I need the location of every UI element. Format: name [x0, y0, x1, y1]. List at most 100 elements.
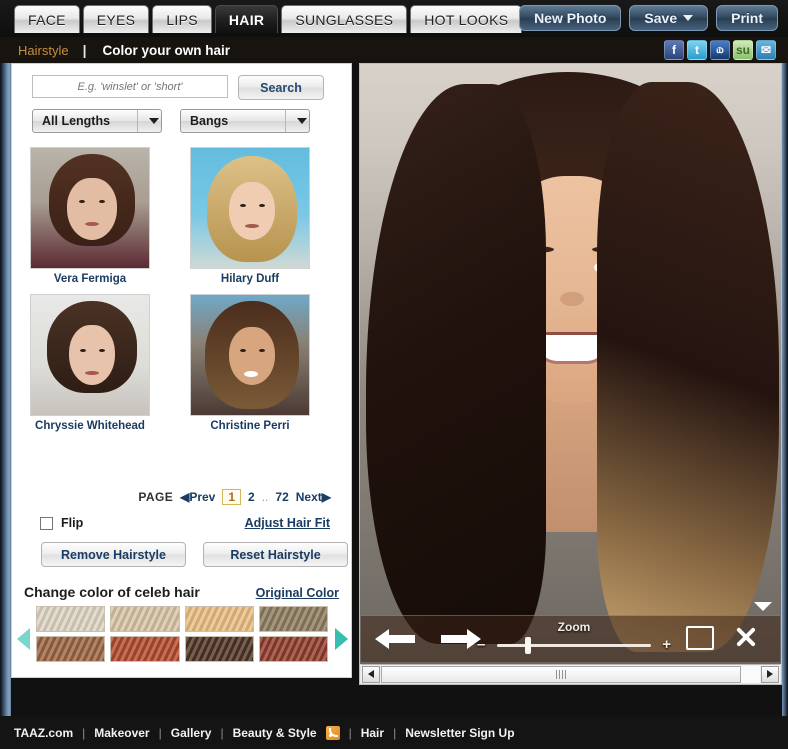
remove-hairstyle-button[interactable]: Remove Hairstyle — [41, 542, 186, 567]
reset-hairstyle-button[interactable]: Reset Hairstyle — [203, 542, 348, 567]
color-swatch[interactable] — [184, 636, 254, 662]
scroll-right-button[interactable] — [761, 665, 779, 683]
color-next-arrow-icon[interactable] — [335, 628, 348, 650]
zoom-slider-track[interactable] — [497, 644, 651, 647]
chevron-down-icon — [285, 110, 309, 132]
left-edge-strip — [0, 0, 11, 749]
rss-icon[interactable] — [325, 725, 340, 740]
footer-separator: | — [393, 725, 397, 740]
thumbnail-image — [190, 147, 310, 269]
hairstyle-thumbnail[interactable]: Christine Perri — [190, 294, 310, 432]
pagination-page-2[interactable]: 2 — [248, 490, 255, 504]
scroll-left-button[interactable] — [362, 665, 380, 683]
color-swatch-row — [36, 606, 328, 632]
chevron-down-icon — [683, 15, 694, 21]
color-swatch[interactable] — [184, 606, 254, 632]
twitter-icon[interactable]: t — [687, 40, 707, 60]
tab-lips[interactable]: LIPS — [152, 5, 212, 33]
pagination-prev[interactable]: ◀Prev — [180, 490, 215, 504]
pagination-next[interactable]: Next▶ — [296, 490, 331, 504]
footer-link-beauty-style[interactable]: Beauty & Style — [233, 726, 317, 740]
original-color-link[interactable]: Original Color — [256, 586, 339, 600]
zoom-label: Zoom — [557, 620, 591, 634]
footer-links: TAAZ.com | Makeover | Gallery | Beauty &… — [14, 725, 515, 740]
bangs-select-value: Bangs — [190, 114, 229, 128]
right-edge-strip — [782, 0, 788, 749]
footer-separator: | — [158, 725, 162, 740]
close-icon[interactable] — [732, 624, 758, 650]
color-swatch-grid — [36, 606, 328, 666]
subnav-hairstyle-link[interactable]: Hairstyle — [18, 43, 69, 58]
email-icon[interactable]: ✉ — [756, 40, 776, 60]
hairstyle-thumbnail-grid: Vera Fermiga Hilary Duff Chryssie Whiteh… — [30, 147, 330, 441]
zoom-in-button[interactable]: + — [662, 636, 671, 653]
print-label: Print — [731, 10, 763, 26]
color-swatch[interactable] — [110, 606, 180, 632]
color-section-title: Change color of celeb hair — [24, 584, 200, 600]
thumbnail-caption: Hilary Duff — [220, 273, 280, 285]
myspace-icon[interactable]: ௰ — [710, 40, 730, 60]
tab-eyes[interactable]: EYES — [82, 5, 150, 33]
hairstyle-thumbnail[interactable]: Vera Fermiga — [30, 147, 150, 285]
scrollbar-track[interactable] — [381, 665, 760, 683]
photo-toolbar: Zoom – + — [361, 602, 780, 662]
search-row: Search — [32, 75, 324, 100]
hair-color-section: Change color of celeb hair Original Colo… — [12, 580, 353, 678]
pagination: PAGE ◀Prev 1 2 .. 72 Next▶ — [12, 489, 353, 505]
scrollbar-thumb[interactable] — [381, 665, 741, 683]
zoom-slider[interactable]: – + — [469, 636, 679, 654]
footer-separator: | — [348, 725, 352, 740]
tab-hair[interactable]: HAIR — [214, 5, 279, 33]
footer: TAAZ.com | Makeover | Gallery | Beauty &… — [0, 716, 788, 749]
color-swatch[interactable] — [36, 606, 106, 632]
zoom-control: Zoom – + — [469, 620, 679, 654]
tab-sunglasses[interactable]: SUNGLASSES — [281, 5, 408, 33]
taaz-makeover-app: FACE EYES LIPS HAIR SUNGLASSES HOT LOOKS… — [0, 0, 788, 749]
color-swatch[interactable] — [258, 606, 328, 632]
model-photo[interactable] — [360, 64, 781, 664]
photo-horizontal-scrollbar[interactable] — [361, 664, 780, 683]
save-button[interactable]: Save — [629, 5, 709, 31]
footer-link-makeover[interactable]: Makeover — [94, 726, 149, 740]
subnav-separator: | — [82, 42, 87, 58]
checkbox-box[interactable] — [40, 516, 53, 530]
arrow-left-icon[interactable] — [373, 626, 417, 652]
flip-label: Flip — [61, 516, 84, 530]
footer-link-hair[interactable]: Hair — [361, 726, 384, 740]
search-button[interactable]: Search — [238, 75, 324, 100]
main-tabs: FACE EYES LIPS HAIR SUNGLASSES HOT LOOKS — [14, 5, 523, 33]
color-swatch[interactable] — [258, 636, 328, 662]
print-button[interactable]: Print — [716, 5, 778, 31]
footer-separator: | — [220, 725, 224, 740]
hairstyle-thumbnail[interactable]: Chryssie Whitehead — [30, 294, 150, 432]
pagination-last-page[interactable]: 72 — [275, 490, 288, 504]
stumbleupon-icon[interactable]: su — [733, 40, 753, 60]
main-content: Search All Lengths Bangs — [11, 63, 782, 716]
length-select[interactable]: All Lengths — [32, 109, 162, 133]
flip-checkbox[interactable]: Flip — [40, 516, 83, 530]
footer-link-gallery[interactable]: Gallery — [171, 726, 212, 740]
footer-link-taaz[interactable]: TAAZ.com — [14, 726, 73, 740]
photo-preview-panel: Zoom – + — [359, 63, 782, 685]
hairstyle-thumbnail[interactable]: Hilary Duff — [190, 147, 310, 285]
collapse-toolbar-icon[interactable] — [754, 602, 772, 611]
bangs-select[interactable]: Bangs — [180, 109, 310, 133]
tab-face[interactable]: FACE — [14, 5, 80, 33]
compare-faces-icon[interactable] — [686, 626, 714, 650]
pagination-page-1[interactable]: 1 — [222, 489, 242, 505]
color-prev-arrow-icon[interactable] — [17, 628, 30, 650]
color-swatch[interactable] — [110, 636, 180, 662]
tab-hot-looks[interactable]: HOT LOOKS — [410, 5, 523, 33]
zoom-slider-handle[interactable] — [524, 637, 531, 654]
top-action-buttons: New Photo Save Print — [519, 5, 778, 31]
color-swatch[interactable] — [36, 636, 106, 662]
hairstyle-action-buttons: Remove Hairstyle Reset Hairstyle — [41, 542, 348, 567]
adjust-hair-fit-link[interactable]: Adjust Hair Fit — [245, 516, 330, 530]
search-input[interactable] — [32, 75, 228, 98]
footer-link-newsletter[interactable]: Newsletter Sign Up — [405, 726, 514, 740]
new-photo-button[interactable]: New Photo — [519, 5, 622, 31]
zoom-out-button[interactable]: – — [477, 636, 485, 653]
hairstyle-browser-panel: Search All Lengths Bangs — [11, 63, 352, 678]
chevron-down-icon — [137, 110, 161, 132]
facebook-icon[interactable]: f — [664, 40, 684, 60]
